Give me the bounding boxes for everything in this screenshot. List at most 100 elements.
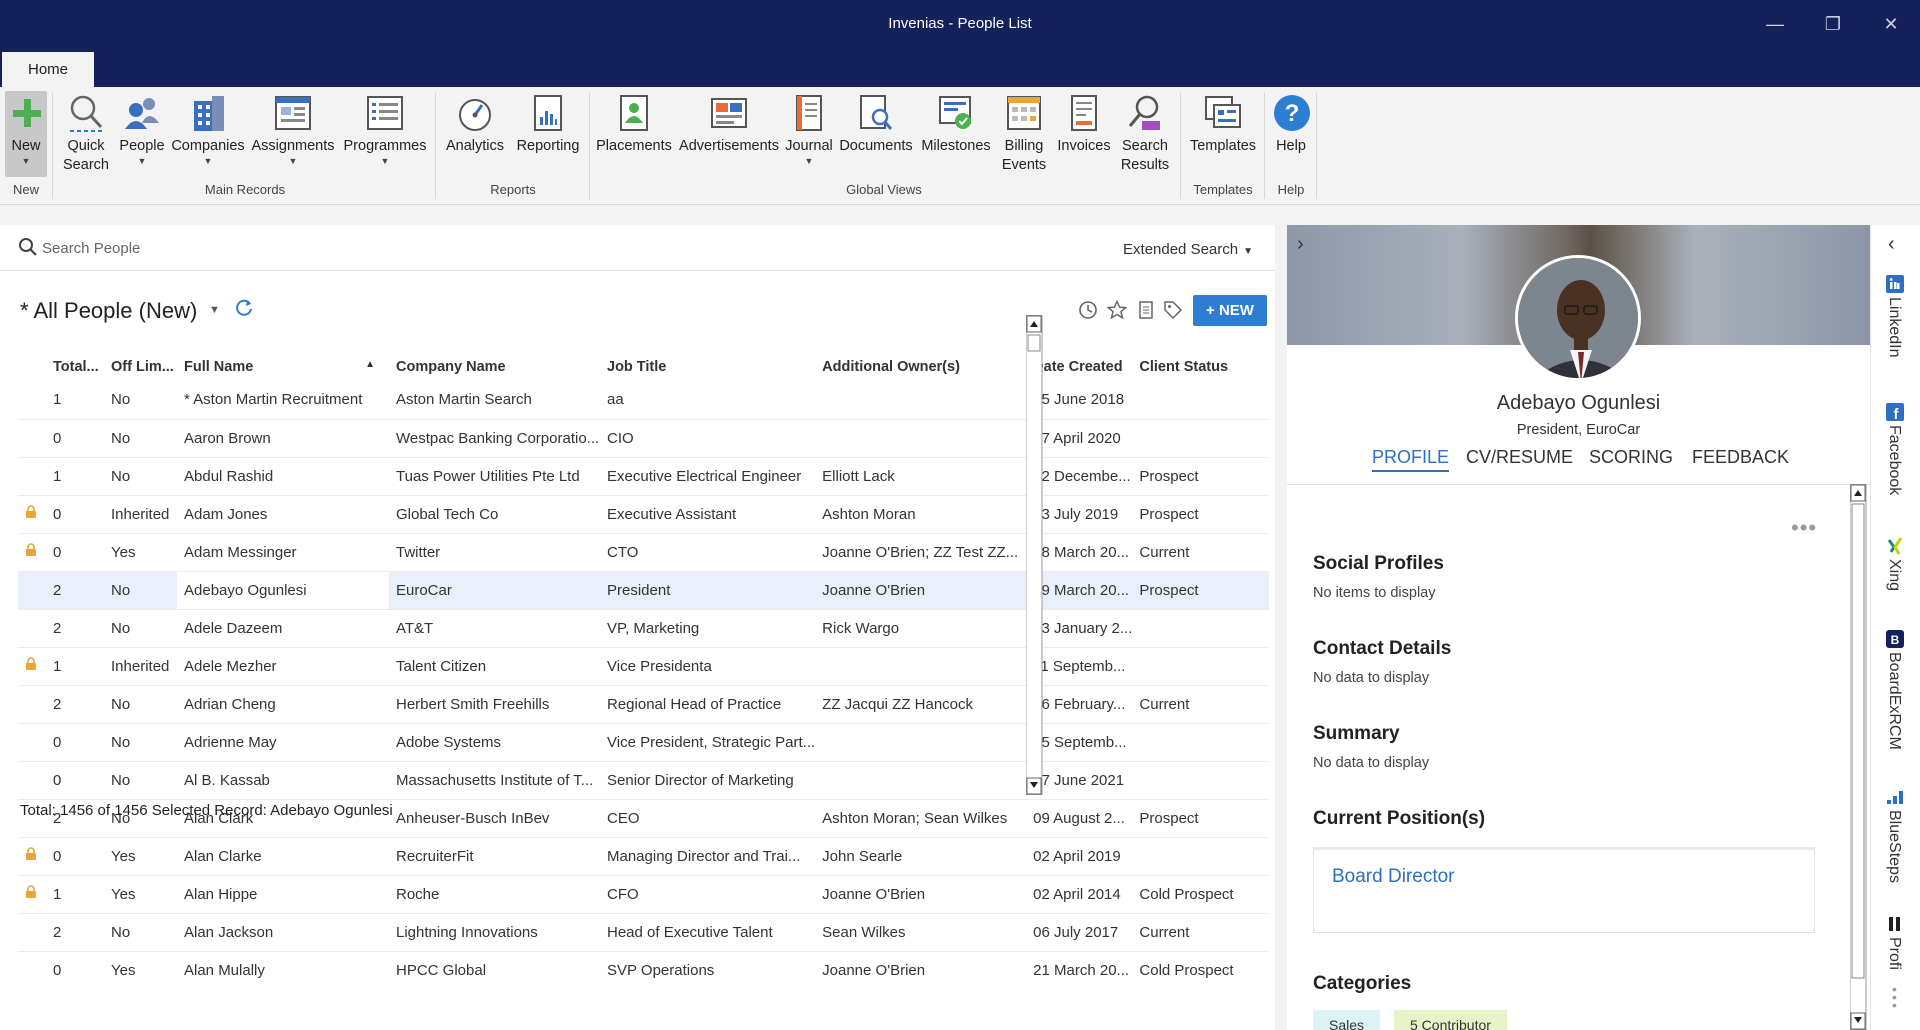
rail-profi[interactable]: Profi [1871, 915, 1920, 985]
owners-cell[interactable]: Joanne O'Brien [815, 571, 1027, 610]
off-limits-cell[interactable]: No [104, 457, 177, 496]
date-created-cell[interactable]: 02 April 2019 [1026, 837, 1133, 876]
company-cell[interactable]: Tuas Power Utilities Pte Ltd [389, 457, 600, 496]
date-created-cell[interactable]: 21 March 20... [1026, 951, 1133, 979]
table-row[interactable]: 2 No Adele Dazeem AT&T VP, Marketing Rick War… [18, 609, 1270, 648]
analytics-button[interactable]: Analytics [442, 91, 508, 156]
off-limits-cell[interactable]: No [104, 571, 177, 610]
off-limits-cell[interactable]: No [104, 609, 177, 648]
table-row[interactable]: 1 No * Aston Martin Recruitment Aston Marti… [18, 381, 1270, 420]
owners-cell[interactable]: John Searle [815, 837, 1027, 876]
total-cell[interactable]: 0 [46, 419, 104, 458]
client-status-cell[interactable] [1132, 837, 1270, 876]
table-row[interactable]: 0 Yes Alan Mulally HPCC Global SVP Operation… [18, 951, 1270, 979]
total-cell[interactable]: 0 [46, 533, 104, 572]
table-row[interactable]: 0 No Aaron Brown Westpac Banking Corporatio… [18, 419, 1270, 458]
table-row[interactable]: 0 Yes Alan Clarke RecruiterFit Managing Dire… [18, 837, 1270, 876]
company-cell[interactable]: HPCC Global [389, 951, 600, 979]
column-header-owners[interactable]: Additional Owner(s) [815, 353, 1026, 381]
quick-search-button[interactable]: Quick Search [60, 91, 112, 175]
job-title-cell[interactable]: CEO [600, 799, 816, 838]
client-status-cell[interactable]: Current [1132, 685, 1270, 724]
search-results-button[interactable]: Search Results [1116, 91, 1174, 175]
total-cell[interactable]: 2 [46, 685, 104, 724]
client-status-cell[interactable]: Prospect [1132, 457, 1270, 496]
job-title-cell[interactable]: Vice Presidenta [600, 647, 816, 686]
pane-splitter[interactable] [1275, 225, 1287, 1030]
client-status-cell[interactable] [1132, 419, 1270, 458]
profile-scrollbar[interactable] [1849, 483, 1867, 1030]
invoices-button[interactable]: Invoices [1055, 91, 1113, 156]
rail-linkedin[interactable]: LinkedIn [1871, 275, 1920, 365]
table-row[interactable]: 0 Inherited Adam Jones Global Tech Co Execut… [18, 495, 1270, 534]
minimize-button[interactable]: — [1760, 12, 1790, 36]
off-limits-cell[interactable]: Yes [104, 951, 177, 979]
rail-bluesteps[interactable]: BlueSteps [1871, 788, 1920, 888]
category-tag[interactable]: Sales [1313, 1010, 1381, 1030]
off-limits-cell[interactable]: No [104, 723, 177, 762]
owners-cell[interactable]: Ashton Moran [815, 495, 1027, 534]
placements-button[interactable]: Placements [594, 91, 674, 156]
table-row[interactable]: 0 No Adrienne May Adobe Systems Vice Preside… [18, 723, 1270, 762]
total-cell[interactable]: 2 [46, 571, 104, 610]
full-name-cell[interactable]: Adele Dazeem [177, 609, 389, 648]
column-header-job-title[interactable]: Job Title [600, 353, 815, 381]
owners-cell[interactable]: Ashton Moran; Sean Wilkes [815, 799, 1027, 838]
off-limits-cell[interactable]: No [104, 685, 177, 724]
full-name-cell[interactable]: Adam Jones [177, 495, 389, 534]
total-cell[interactable]: 1 [46, 875, 104, 914]
company-cell[interactable]: Westpac Banking Corporatio... [389, 419, 600, 458]
total-cell[interactable]: 0 [46, 837, 104, 876]
off-limits-cell[interactable]: Yes [104, 837, 177, 876]
owners-cell[interactable]: Joanne O'Brien [815, 951, 1027, 979]
off-limits-cell[interactable]: No [104, 913, 177, 952]
reporting-button[interactable]: Reporting [512, 91, 584, 156]
full-name-cell[interactable]: Alan Hippe [177, 875, 389, 914]
off-limits-cell[interactable]: Inherited [104, 495, 177, 534]
full-name-cell[interactable]: Al B. Kassab [177, 761, 389, 800]
full-name-cell[interactable]: * Aston Martin Recruitment [177, 381, 389, 420]
total-cell[interactable]: 1 [46, 457, 104, 496]
table-row[interactable]: 1 Yes Alan Hippe Roche CFO Joanne O'Brien 02 A… [18, 875, 1270, 914]
owners-cell[interactable] [815, 723, 1027, 762]
job-title-cell[interactable]: Executive Assistant [600, 495, 816, 534]
client-status-cell[interactable] [1132, 723, 1270, 762]
restore-button[interactable]: ❐ [1818, 12, 1848, 36]
total-cell[interactable]: 2 [46, 913, 104, 952]
company-cell[interactable]: Talent Citizen [389, 647, 600, 686]
tab-home[interactable]: Home [2, 52, 94, 87]
client-status-cell[interactable] [1132, 761, 1270, 800]
collapse-panel-chevron-icon[interactable]: › [1297, 233, 1304, 256]
client-status-cell[interactable]: Prospect [1132, 495, 1270, 534]
job-title-cell[interactable]: President [600, 571, 816, 610]
company-cell[interactable]: EuroCar [389, 571, 600, 610]
tab-cv-resume[interactable]: CV/RESUME [1466, 447, 1573, 468]
company-cell[interactable]: RecruiterFit [389, 837, 600, 876]
owners-cell[interactable]: ZZ Jacqui ZZ Hancock [815, 685, 1027, 724]
owners-cell[interactable] [815, 761, 1027, 800]
full-name-cell[interactable]: Adam Messinger [177, 533, 389, 572]
job-title-cell[interactable]: Vice President, Strategic Part... [600, 723, 816, 762]
job-title-cell[interactable]: Senior Director of Marketing [600, 761, 816, 800]
company-cell[interactable]: Aston Martin Search [389, 381, 600, 420]
table-row[interactable]: 0 Yes Adam Messinger Twitter CTO Joanne O'Bri… [18, 533, 1270, 572]
job-title-cell[interactable]: aa [600, 381, 816, 420]
documents-button[interactable]: Documents [838, 91, 914, 156]
client-status-cell[interactable]: Current [1132, 913, 1270, 952]
off-limits-cell[interactable]: Inherited [104, 647, 177, 686]
programmes-button[interactable]: Programmes ▼ [340, 91, 430, 166]
client-status-cell[interactable] [1132, 381, 1270, 420]
company-cell[interactable]: Massachusetts Institute of T... [389, 761, 600, 800]
expand-rail-chevron-icon[interactable]: ‹ [1888, 233, 1895, 256]
total-cell[interactable]: 0 [46, 761, 104, 800]
table-row[interactable]: 2 No Adebayo Ogunlesi EuroCar President Joann… [18, 571, 1270, 610]
owners-cell[interactable]: Elliott Lack [815, 457, 1027, 496]
table-row[interactable]: 2 No Alan Jackson Lightning Innovations Head… [18, 913, 1270, 952]
off-limits-cell[interactable]: No [104, 419, 177, 458]
billing-events-button[interactable]: Billing Events [998, 91, 1050, 175]
job-title-cell[interactable]: VP, Marketing [600, 609, 816, 648]
column-header-client-status[interactable]: Client Status [1132, 353, 1269, 381]
total-cell[interactable]: 0 [46, 723, 104, 762]
client-status-cell[interactable]: Cold Prospect [1132, 951, 1270, 979]
people-button[interactable]: People ▼ [117, 91, 167, 166]
